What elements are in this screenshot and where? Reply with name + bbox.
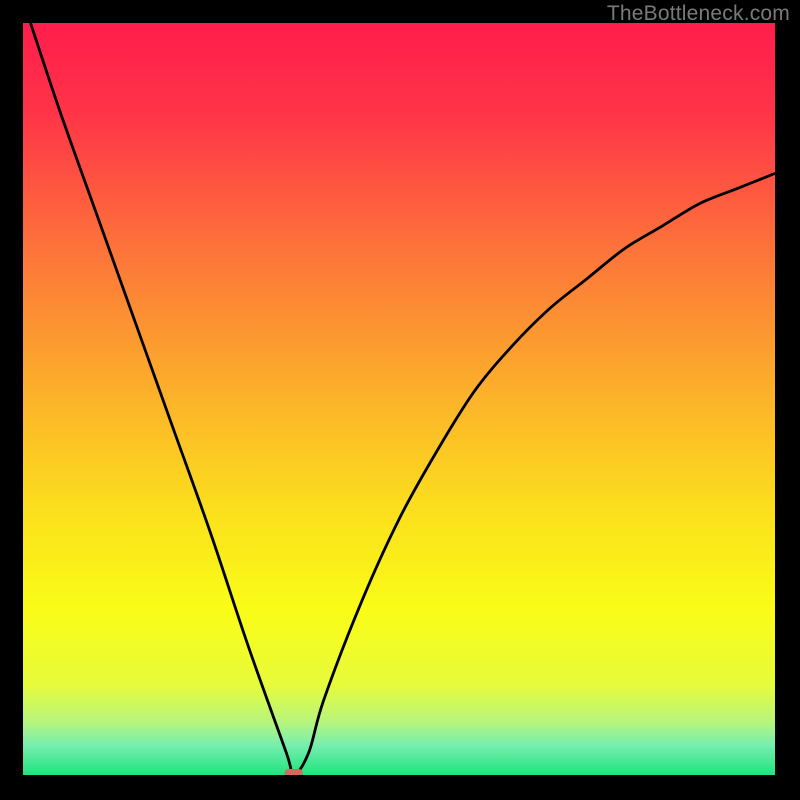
chart-area: [23, 23, 775, 775]
bottleneck-chart: [23, 23, 775, 775]
gradient-background: [23, 23, 775, 775]
optimal-point-marker: [285, 769, 303, 775]
watermark-text: TheBottleneck.com: [607, 2, 790, 26]
